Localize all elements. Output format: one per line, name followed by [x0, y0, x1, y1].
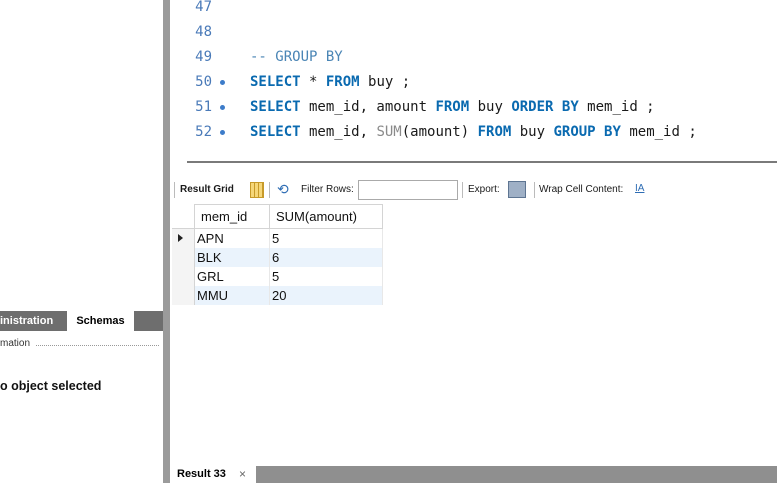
result-grid[interactable]: mem_id SUM(amount) APN 5 BLK 6 GRL 5 MMU…: [172, 204, 383, 305]
tab-result-33[interactable]: Result 33 ×: [170, 466, 256, 483]
information-header: mation: [0, 338, 163, 352]
sql-editor[interactable]: 47 48 49 -- GROUP BY 50 SELECT * FROM bu…: [170, 0, 777, 150]
export-label: Export:: [468, 184, 500, 195]
grid-view-icon[interactable]: [250, 182, 264, 198]
row-marker[interactable]: [172, 286, 195, 305]
row-marker-header: [172, 204, 195, 229]
navigator-pane: inistration Schemas mation o object sele…: [0, 0, 163, 483]
table-row[interactable]: BLK 6: [172, 248, 383, 267]
cell-mem-id[interactable]: GRL: [194, 267, 270, 286]
information-header-label: mation: [0, 338, 31, 349]
close-icon[interactable]: ×: [239, 466, 246, 483]
row-marker[interactable]: [172, 228, 195, 248]
wrap-cell-toggle-icon[interactable]: IA: [635, 183, 644, 194]
tab-schemas[interactable]: Schemas: [67, 311, 134, 331]
editor-line: 48: [170, 21, 777, 43]
line-number: 49: [195, 49, 212, 65]
wrap-cell-content-label: Wrap Cell Content:: [539, 184, 624, 195]
refresh-icon[interactable]: ⟲: [277, 181, 289, 198]
pane-splitter[interactable]: [163, 0, 170, 483]
line-number: 48: [195, 24, 212, 40]
toolbar-separator: [462, 182, 463, 198]
result-tab-label: Result 33: [177, 468, 226, 480]
line-number: 47: [195, 0, 212, 15]
sql-statement: SELECT mem_id, amount FROM buy ORDER BY …: [250, 99, 655, 115]
tab-administration[interactable]: inistration: [0, 311, 53, 331]
column-header-mem-id[interactable]: mem_id: [194, 204, 270, 229]
cell-sum-amount[interactable]: 5: [269, 267, 383, 286]
line-number: 50: [195, 74, 212, 90]
filter-rows-label: Filter Rows:: [301, 184, 354, 195]
cell-mem-id[interactable]: APN: [194, 228, 270, 248]
editor-line: 47: [170, 0, 777, 18]
cell-sum-amount[interactable]: 6: [269, 248, 383, 267]
current-row-arrow-icon: [178, 234, 183, 242]
cell-mem-id[interactable]: BLK: [194, 248, 270, 267]
editor-line: 51 SELECT mem_id, amount FROM buy ORDER …: [170, 96, 777, 118]
sql-statement: SELECT * FROM buy ;: [250, 74, 411, 90]
line-number: 51: [195, 99, 212, 115]
result-tabs-bar: Result 33 ×: [170, 466, 777, 483]
navigator-tabs: inistration Schemas: [0, 311, 163, 331]
statement-marker-icon: [220, 105, 225, 110]
toolbar-separator: [534, 182, 535, 198]
sql-statement: SELECT mem_id, SUM(amount) FROM buy GROU…: [250, 124, 697, 140]
header-divider: [36, 345, 159, 346]
sql-comment: -- GROUP BY: [250, 49, 343, 65]
results-toolbar: Result Grid ⟲ Filter Rows: Export: Wrap …: [172, 180, 777, 202]
row-marker[interactable]: [172, 267, 195, 286]
statement-marker-icon: [220, 80, 225, 85]
export-icon[interactable]: [508, 181, 526, 198]
table-row[interactable]: GRL 5: [172, 267, 383, 286]
result-grid-button[interactable]: Result Grid: [180, 184, 234, 195]
cell-sum-amount[interactable]: 20: [269, 286, 383, 305]
cell-sum-amount[interactable]: 5: [269, 228, 383, 248]
column-header-sum-amount[interactable]: SUM(amount): [269, 204, 383, 229]
editor-results-splitter[interactable]: [187, 161, 777, 163]
cell-mem-id[interactable]: MMU: [194, 286, 270, 305]
table-row[interactable]: APN 5: [172, 228, 383, 248]
editor-line: 50 SELECT * FROM buy ;: [170, 71, 777, 93]
row-marker[interactable]: [172, 248, 195, 267]
editor-line-current: 52 52 SELECT mem_id, SUM(amount) FROM bu…: [170, 121, 777, 143]
table-row[interactable]: MMU 20: [172, 286, 383, 305]
editor-line: 49 -- GROUP BY: [170, 46, 777, 68]
toolbar-separator: [174, 182, 175, 198]
toolbar-separator: [269, 182, 270, 198]
no-object-selected-text: o object selected: [0, 379, 102, 393]
grid-header-row: mem_id SUM(amount): [172, 204, 383, 229]
filter-rows-input[interactable]: [358, 180, 458, 200]
